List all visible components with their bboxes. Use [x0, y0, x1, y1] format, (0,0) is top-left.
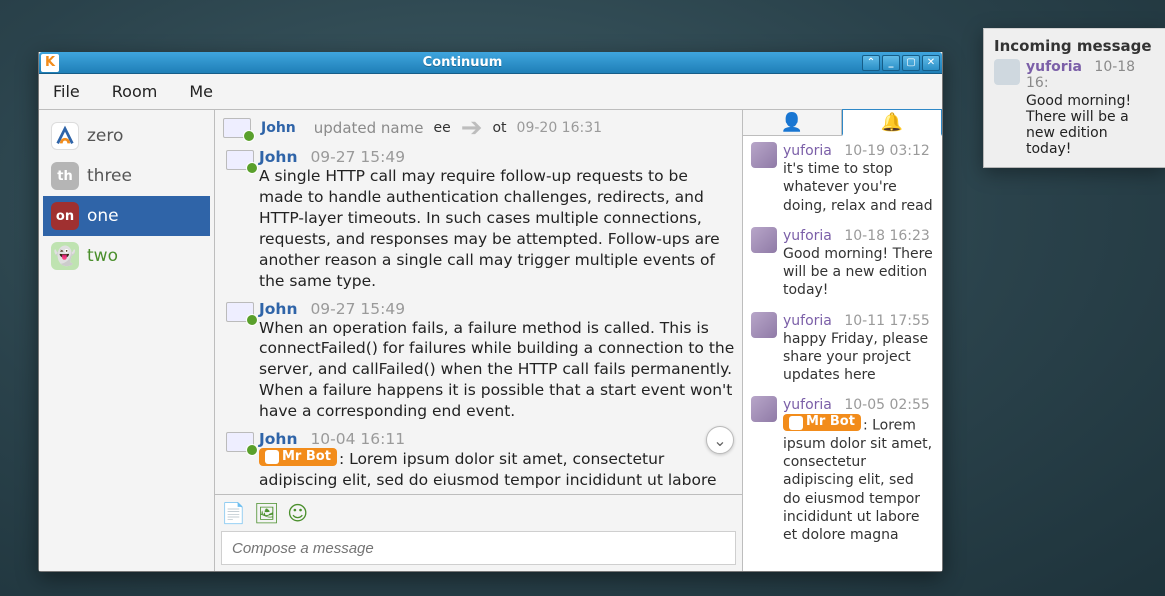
- rooms-list: zero th three on one 👻 two: [39, 110, 215, 571]
- notification-text: it's time to stop whatever you're doing,…: [783, 160, 934, 215]
- toast-title: Incoming message: [994, 37, 1155, 55]
- notification-item[interactable]: yuforia 10-05 02:55 Mr Bot: Lorem ipsum …: [743, 390, 942, 550]
- window-shade-button[interactable]: ⌃: [862, 55, 880, 71]
- event-sender: John: [261, 120, 296, 136]
- room-label: two: [87, 246, 202, 266]
- app-icon: K: [41, 54, 59, 72]
- avatar-thumb: [226, 302, 254, 322]
- message: John 09-27 15:49 When an operation fails…: [219, 296, 738, 427]
- tab-members[interactable]: 👤: [743, 110, 842, 135]
- notification-item[interactable]: yuforia 10-11 17:55 happy Friday, please…: [743, 306, 942, 391]
- notification-list[interactable]: yuforia 10-19 03:12 it's time to stop wh…: [743, 136, 942, 571]
- avatar: [751, 227, 777, 253]
- event-from: ee: [433, 120, 450, 136]
- bot-badge: Mr Bot: [259, 448, 337, 466]
- message-list[interactable]: John updated name ee ➔ ot 09-20 16:31 Jo…: [215, 110, 742, 494]
- avatar-thumb: [226, 150, 254, 170]
- message: John 09-27 15:49 A single HTTP call may …: [219, 144, 738, 296]
- room-label: three: [87, 166, 202, 186]
- window-maximize-button[interactable]: ▢: [902, 55, 920, 71]
- right-panel-tabs: 👤 🔔: [743, 110, 942, 136]
- chevron-down-icon: ⌄: [713, 431, 726, 450]
- ghost-icon: 👻: [54, 246, 76, 267]
- right-panel: 👤 🔔 yuforia 10-19 03:12 it's time to sto…: [742, 110, 942, 571]
- event-action: updated name: [314, 119, 424, 137]
- message-sender: John: [259, 430, 298, 448]
- room-one[interactable]: on one: [43, 196, 210, 236]
- room-two[interactable]: 👻 two: [43, 236, 210, 276]
- room-label: one: [87, 206, 202, 226]
- app-window: K Continuum ⌃ _ ▢ ✕ File Room Me zero: [38, 52, 943, 572]
- message-text: A single HTTP call may require follow-up…: [259, 166, 736, 292]
- window-title: Continuum: [63, 55, 862, 70]
- tab-notifications[interactable]: 🔔: [842, 109, 942, 136]
- attach-file-icon[interactable]: 📄: [221, 501, 246, 525]
- message-time: 09-27 15:49: [310, 300, 405, 318]
- avatar-thumb: [223, 118, 251, 138]
- menubar: File Room Me: [39, 74, 942, 110]
- message-sender: John: [259, 300, 298, 318]
- notification-text: happy Friday, please share your project …: [783, 330, 934, 385]
- window-close-button[interactable]: ✕: [922, 55, 940, 71]
- event-to: ot: [492, 120, 506, 136]
- notification-item[interactable]: yuforia 10-18 16:23 Good morning! There …: [743, 221, 942, 306]
- toast-sender: yuforia: [1026, 59, 1082, 75]
- toast-notification[interactable]: Incoming message yuforia 10-18 16: Good …: [983, 28, 1165, 168]
- compose-input[interactable]: [221, 531, 736, 565]
- workspace: zero th three on one 👻 two J: [39, 110, 942, 571]
- menu-file[interactable]: File: [53, 82, 80, 101]
- message-text: Mr Bot: Lorem ipsum dolor sit amet, cons…: [259, 448, 736, 494]
- avatar: [994, 59, 1020, 85]
- room-three[interactable]: th three: [43, 156, 210, 196]
- notification-item[interactable]: yuforia 10-19 03:12 it's time to stop wh…: [743, 136, 942, 221]
- system-event: John updated name ee ➔ ot 09-20 16:31: [219, 116, 738, 144]
- avatar: [751, 312, 777, 338]
- message-time: 09-27 15:49: [310, 148, 405, 166]
- notification-text: Good morning! There will be a new editio…: [783, 245, 934, 300]
- room-avatar-icon: [54, 125, 76, 147]
- conversation-pane: John updated name ee ➔ ot 09-20 16:31 Jo…: [215, 110, 742, 571]
- attach-image-icon[interactable]: 🖼: [254, 501, 279, 525]
- room-zero[interactable]: zero: [43, 116, 210, 156]
- message: John 10-04 16:11 Mr Bot: Lorem ipsum dol…: [219, 426, 738, 494]
- person-icon: 👤: [781, 112, 803, 133]
- bot-badge: Mr Bot: [783, 414, 861, 431]
- message-time: 10-04 16:11: [310, 430, 405, 448]
- titlebar[interactable]: K Continuum ⌃ _ ▢ ✕: [39, 52, 942, 74]
- bell-icon: 🔔: [881, 112, 903, 133]
- toast-text: Good morning! There will be a new editio…: [1026, 93, 1155, 157]
- menu-me[interactable]: Me: [189, 82, 213, 101]
- event-time: 09-20 16:31: [517, 120, 602, 136]
- message-text: When an operation fails, a failure metho…: [259, 318, 736, 423]
- notification-text: Mr Bot: Lorem ipsum dolor sit amet, cons…: [783, 414, 934, 544]
- avatar: [751, 142, 777, 168]
- menu-room[interactable]: Room: [112, 82, 158, 101]
- avatar: [751, 396, 777, 422]
- emoji-icon[interactable]: ☺: [287, 501, 308, 525]
- message-sender: John: [259, 148, 298, 166]
- composer: 📄 🖼 ☺: [215, 494, 742, 571]
- avatar-thumb: [226, 432, 254, 452]
- window-minimize-button[interactable]: _: [882, 55, 900, 71]
- room-label: zero: [87, 126, 202, 146]
- scroll-to-bottom-button[interactable]: ⌄: [706, 426, 734, 454]
